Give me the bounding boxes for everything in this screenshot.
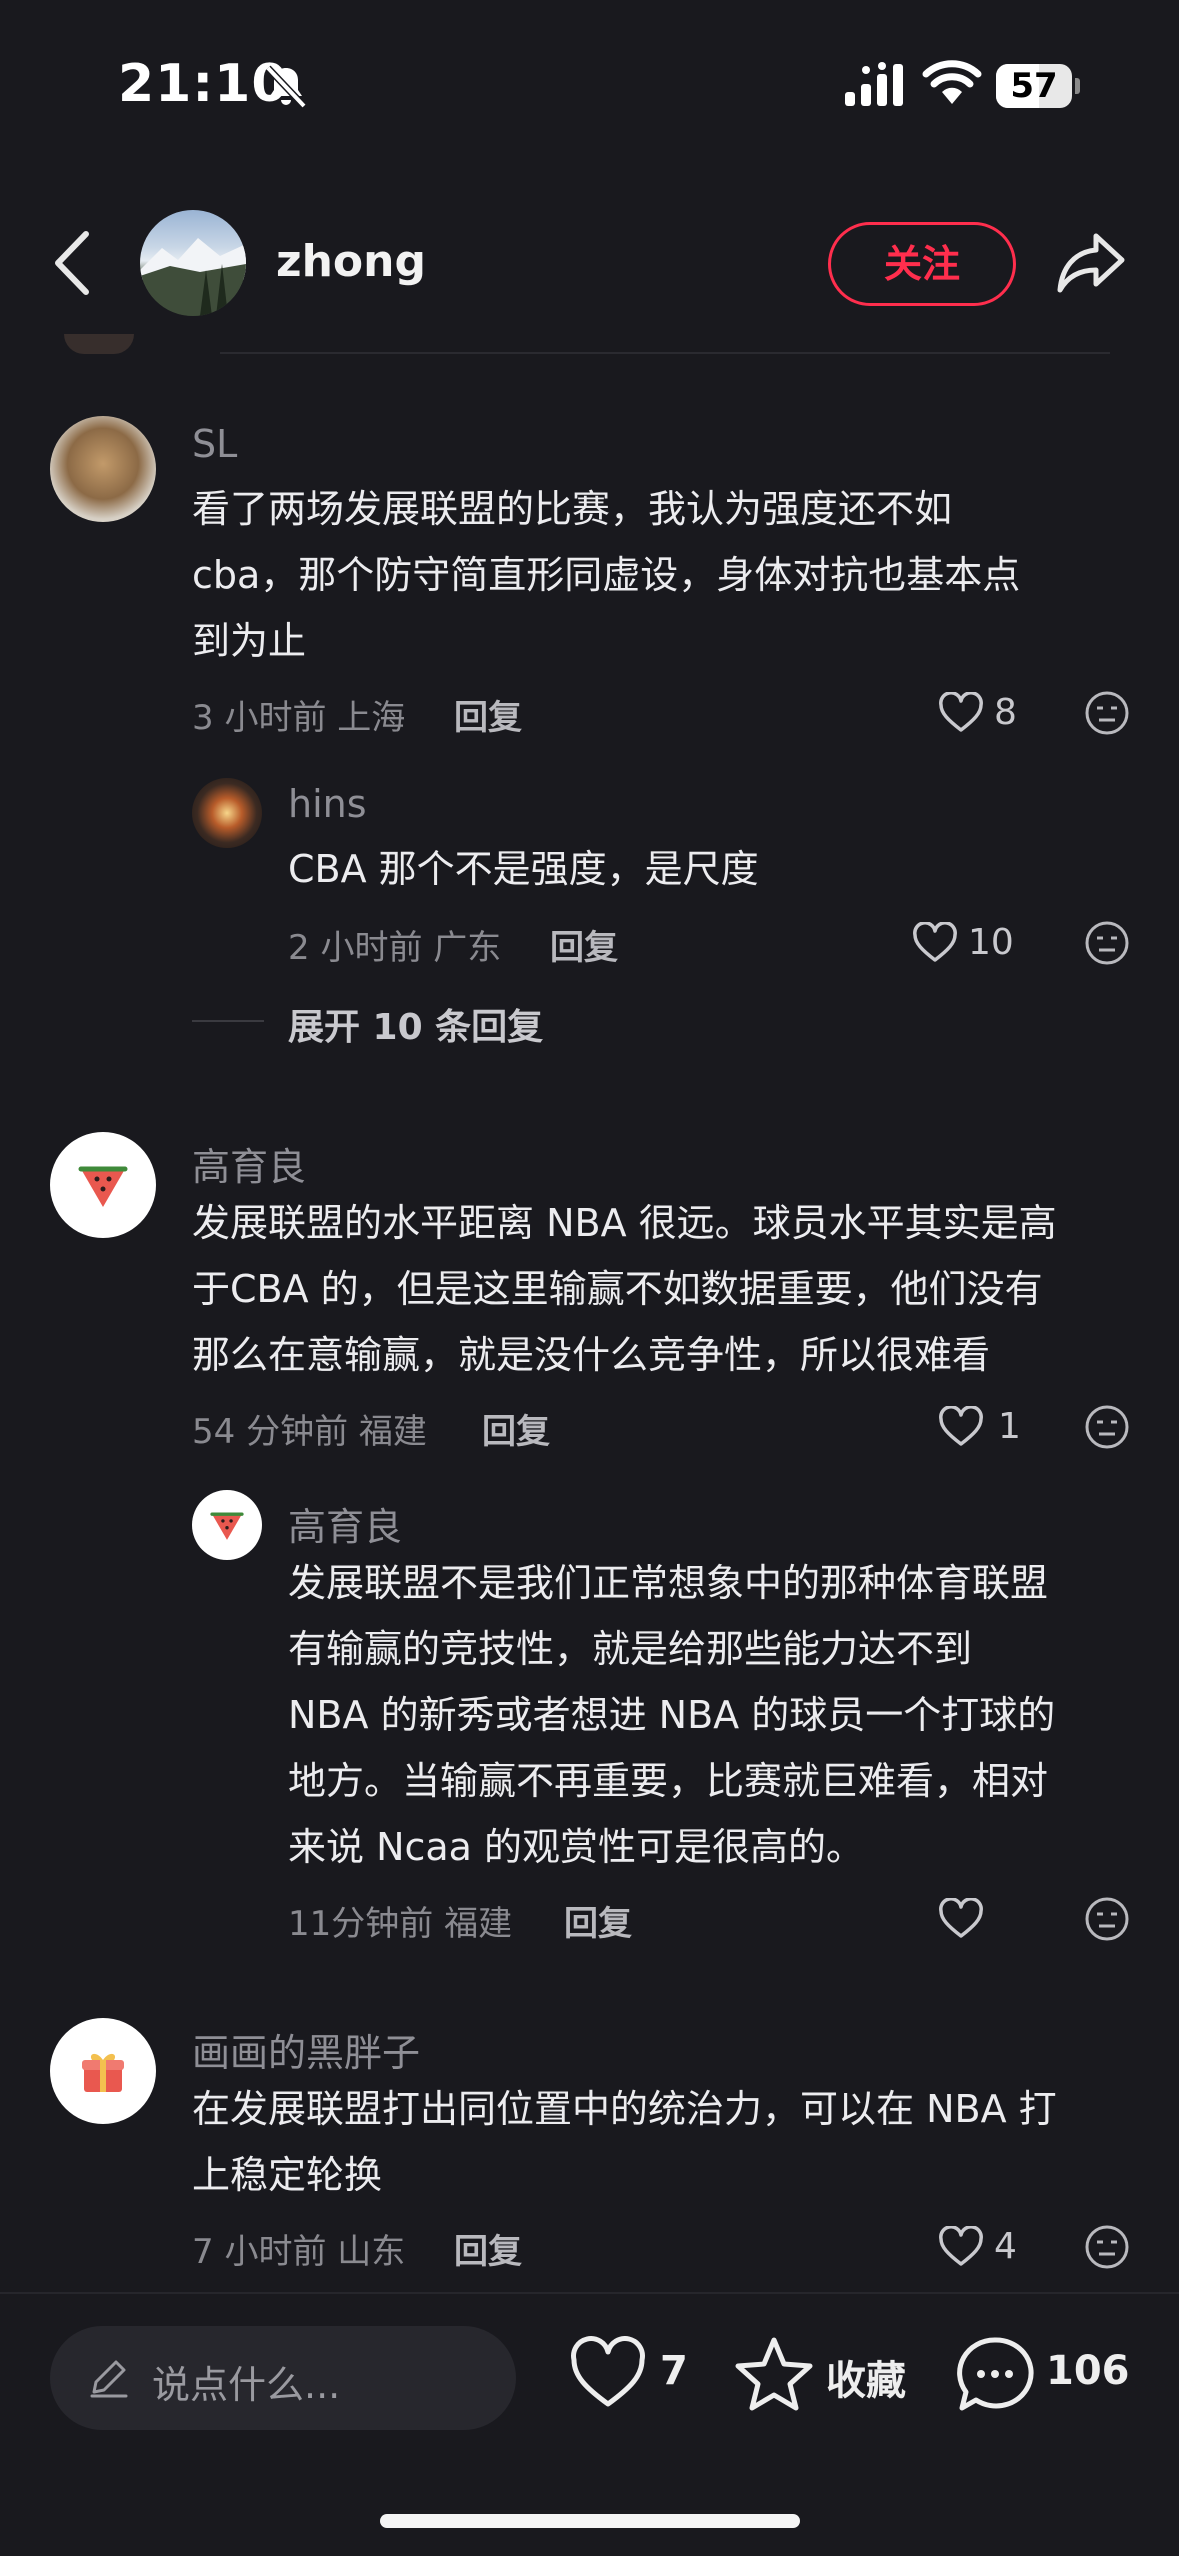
header-divider [220,352,1110,354]
comment-count: 106 [1046,2348,1130,2394]
reply-button[interactable]: 回复 [454,2224,522,2273]
emoji-icon[interactable] [1084,920,1130,966]
comment-text: 在发展联盟打出同位置中的统治力，可以在 NBA 打 [192,2087,1057,2131]
comment-meta: 54 分钟前 福建 [192,1412,427,1452]
reply-text: CBA 那个不是强度，是尺度 [288,847,759,891]
reply-button[interactable]: 回复 [454,690,522,739]
bell-slash-icon [265,65,307,109]
heart-icon[interactable] [938,2226,984,2268]
wifi-icon [922,60,982,104]
reply-text: 地方。当输赢不再重要，比赛就巨难看，相对 [288,1759,1049,1803]
reply-meta: 11分钟前 福建 [288,1904,513,1944]
heart-icon[interactable] [938,1406,984,1448]
like-count: 8 [994,692,1017,733]
comment-author[interactable]: SL [192,422,237,466]
back-icon[interactable] [50,230,96,296]
reply-text: 发展联盟不是我们正常想象中的那种体育联盟 [288,1561,1049,1605]
expand-replies-button[interactable]: 展开 10 条回复 [288,998,543,1050]
author-avatar[interactable] [140,210,246,316]
reply-meta: 2 小时前 广东 [288,928,502,968]
bottom-divider [0,2292,1179,2294]
like-count: 4 [994,2226,1017,2267]
watermelon-icon [78,1166,128,1207]
battery-level: 57 [1010,66,1058,106]
pen-icon [90,2360,128,2398]
comment-text: cba，那个防守简直形同虚设，身体对抗也基本点 [192,553,1021,597]
watermelon-icon [210,1512,244,1540]
expand-line [192,1020,264,1022]
post-like-count: 7 [660,2348,688,2394]
emoji-icon[interactable] [1084,690,1130,736]
like-count: 10 [968,922,1014,963]
star-icon[interactable] [734,2334,814,2414]
comment-text: 于CBA 的，但是这里输赢不如数据重要，他们没有 [192,1267,1043,1311]
comment-meta: 7 小时前 山东 [192,2232,406,2272]
comment-author[interactable]: 画画的黑胖子 [192,2022,420,2077]
heart-icon[interactable] [938,692,984,734]
comment-icon[interactable] [954,2334,1036,2416]
avatar[interactable] [192,1490,262,1560]
reply-button[interactable]: 回复 [482,1404,550,1453]
reply-text: 来说 Ncaa 的观赏性可是很高的。 [288,1825,865,1869]
like-count: 1 [998,1406,1021,1447]
share-icon[interactable] [1056,230,1126,294]
avatar[interactable] [192,778,262,848]
favorite-label[interactable]: 收藏 [826,2348,906,2406]
input-placeholder: 说点什么... [152,2363,341,2407]
previous-comment-avatar [64,334,134,354]
reply-text: NBA 的新秀或者想进 NBA 的球员一个打球的 [288,1693,1056,1737]
comment-text: 上稳定轮换 [192,2153,383,2197]
emoji-icon[interactable] [1084,1404,1130,1450]
home-indicator[interactable] [380,2514,800,2528]
avatar[interactable] [50,2018,156,2124]
reply-text: 有输赢的竞技性，就是给那些能力达不到 [288,1627,973,1671]
comment-input[interactable]: 说点什么... [50,2326,516,2430]
battery-icon: 57 [996,64,1080,108]
gift-icon [82,2053,124,2092]
comment-text: 看了两场发展联盟的比赛，我认为强度还不如 [192,487,953,531]
author-name[interactable]: zhong [276,236,426,287]
comment-text: 到为止 [192,619,307,663]
reply-author[interactable]: 高育良 [288,1496,402,1551]
follow-button[interactable]: 关注 [828,222,1016,306]
heart-icon[interactable] [568,2336,648,2412]
reply-button[interactable]: 回复 [550,920,618,969]
comment-author[interactable]: 高育良 [192,1136,306,1191]
comment-meta: 3 小时前 上海 [192,698,406,738]
signal-icon [845,62,903,106]
comment-text: 那么在意输赢，就是没什么竞争性，所以很难看 [192,1333,991,1377]
comment-text: 发展联盟的水平距离 NBA 很远。球员水平其实是高 [192,1201,1057,1245]
reply-author[interactable]: hins [288,782,367,826]
heart-icon[interactable] [912,922,958,964]
heart-icon[interactable] [938,1898,984,1940]
emoji-icon[interactable] [1084,2224,1130,2270]
avatar[interactable] [50,1132,156,1238]
avatar[interactable] [50,416,156,522]
emoji-icon[interactable] [1084,1896,1130,1942]
reply-button[interactable]: 回复 [564,1896,632,1945]
